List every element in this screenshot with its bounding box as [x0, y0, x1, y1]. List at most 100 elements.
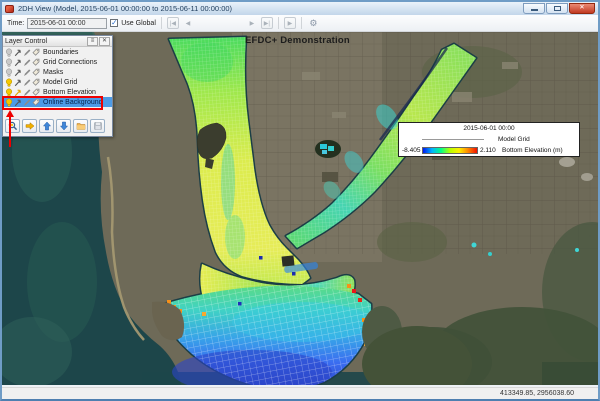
select-cursor-icon[interactable] — [15, 100, 20, 106]
window-2dh-view: 2DH View (Model, 2015-06-01 00:00:00 to … — [0, 0, 600, 401]
play-icon: ▶ — [287, 20, 293, 27]
move-layer-down-button[interactable] — [56, 119, 71, 133]
panel-close-icon: ✕ — [101, 38, 108, 44]
time-input[interactable] — [27, 17, 108, 29]
map-viewport[interactable]: EFDC+ Demonstration Layer Control ≡ ✕ Bo… — [2, 32, 598, 385]
edit-pencil-icon[interactable] — [24, 79, 30, 86]
select-cursor-icon[interactable] — [15, 80, 20, 86]
layer-panel-close-button[interactable]: ✕ — [99, 36, 110, 46]
label-tag-icon[interactable] — [33, 69, 39, 75]
toolbar-separator — [300, 17, 302, 29]
legend-datetime: 2015-06-01 00:00 — [463, 125, 515, 132]
edit-pencil-icon[interactable] — [24, 69, 30, 76]
visibility-bulb-icon[interactable] — [6, 48, 12, 56]
mckay-inlet — [315, 140, 341, 158]
zoom-to-layer-button[interactable] — [5, 119, 20, 133]
previous-timestep-button[interactable]: ◀ — [182, 17, 194, 29]
cursor-coordinates: 413349.85, 2956038.60 — [500, 390, 574, 397]
layer-item-bottom-elevation[interactable]: Bottom Elevation — [3, 87, 112, 97]
last-timestep-button[interactable]: ▶| — [260, 17, 273, 29]
time-label: Time: — [7, 19, 25, 27]
toolbar-separator — [160, 17, 162, 29]
visibility-bulb-icon[interactable] — [6, 68, 12, 76]
last-icon: ▶| — [263, 20, 270, 27]
use-global-checkbox[interactable]: ✓ — [110, 18, 119, 28]
layer-item-label: Masks — [43, 68, 64, 76]
close-icon: ✕ — [579, 4, 585, 12]
up-arrow-icon — [43, 122, 50, 130]
label-tag-icon[interactable] — [33, 59, 39, 65]
open-layer-button[interactable] — [73, 119, 88, 133]
layer-item-online-background[interactable]: Online Background — [3, 97, 112, 107]
app-icon — [5, 4, 14, 13]
move-layer-up-button[interactable] — [39, 119, 54, 133]
layer-item-model-grid[interactable]: Model Grid — [3, 77, 112, 87]
select-cursor-icon[interactable] — [15, 70, 20, 76]
layer-control-titlebar[interactable]: Layer Control ≡ ✕ — [3, 36, 112, 47]
titlebar[interactable]: 2DH View (Model, 2015-06-01 00:00:00 to … — [2, 2, 598, 15]
map-legend[interactable]: 2015-06-01 00:00 Model Grid -8.405 2.110… — [398, 122, 580, 157]
menu-icon: ≡ — [90, 38, 95, 44]
label-tag-icon[interactable] — [33, 49, 39, 55]
layer-control-panel[interactable]: Layer Control ≡ ✕ Boundaries Grid Connec… — [2, 35, 113, 137]
layer-item-grid-connections[interactable]: Grid Connections — [3, 57, 112, 67]
first-timestep-button[interactable]: |◀ — [166, 17, 179, 29]
yellow-arrow-icon — [26, 123, 34, 130]
check-icon: ✓ — [111, 18, 118, 28]
layer-item-masks[interactable]: Masks — [3, 67, 112, 77]
label-tag-icon[interactable] — [33, 79, 39, 85]
visibility-bulb-icon[interactable] — [6, 98, 12, 106]
next-timestep-button[interactable]: ▶ — [246, 17, 258, 29]
settings-button[interactable]: ⚙ — [307, 18, 320, 29]
minimize-button[interactable] — [523, 3, 545, 14]
zoom-layer-icon — [9, 122, 16, 129]
layer-item-boundaries[interactable]: Boundaries — [3, 47, 112, 57]
select-cursor-icon[interactable] — [15, 50, 20, 56]
save-layer-button[interactable] — [90, 119, 105, 133]
layer-item-label: Boundaries — [43, 48, 79, 56]
next-icon: ▶ — [249, 20, 255, 27]
legend-min-value: -8.405 — [402, 147, 421, 154]
close-button[interactable]: ✕ — [569, 3, 595, 14]
legend-bottom-elevation-label: Bottom Elevation (m) — [502, 147, 563, 154]
time-toolbar: Time: ✓ Use Global |◀ ◀ ▶ ▶| ▶ ⚙ — [2, 15, 598, 32]
use-global-label: Use Global — [121, 19, 156, 27]
select-cursor-icon[interactable] — [15, 90, 20, 96]
legend-model-grid-label: Model Grid — [498, 136, 530, 143]
layer-item-label: Bottom Elevation — [43, 88, 96, 96]
status-bar: 413349.85, 2956038.60 — [2, 387, 598, 399]
lake-dot — [471, 242, 477, 248]
visibility-bulb-icon[interactable] — [6, 58, 12, 66]
edit-pencil-icon[interactable] — [24, 59, 30, 66]
layer-panel-toolbar — [5, 119, 105, 133]
legend-colorbar — [422, 147, 478, 154]
minimize-icon — [530, 9, 538, 11]
layer-panel-menu-button[interactable]: ≡ — [87, 36, 98, 46]
layer-item-label: Model Grid — [43, 78, 78, 86]
maximize-icon — [553, 6, 561, 11]
save-disk-icon — [94, 122, 101, 129]
select-cursor-icon[interactable] — [15, 60, 20, 66]
model-grid-offshore-fan — [164, 285, 372, 385]
window-title: 2DH View (Model, 2015-06-01 00:00:00 to … — [18, 4, 233, 13]
folder-icon — [77, 124, 85, 130]
maximize-button[interactable] — [546, 3, 568, 14]
down-arrow-icon — [60, 122, 67, 130]
visibility-bulb-icon[interactable] — [6, 88, 12, 96]
model-grid-line-sample — [422, 139, 484, 140]
edit-pencil-icon[interactable] — [24, 99, 30, 106]
label-tag-icon[interactable] — [33, 89, 39, 95]
layer-item-label: Online Background — [43, 98, 103, 106]
previous-icon: ◀ — [185, 20, 191, 27]
layer-control-title: Layer Control — [5, 37, 48, 45]
legend-max-value: 2.110 — [480, 147, 496, 154]
label-tag-icon[interactable] — [33, 99, 39, 105]
layer-item-label: Grid Connections — [43, 58, 98, 66]
play-button[interactable]: ▶ — [283, 17, 296, 29]
edit-pencil-icon[interactable] — [24, 89, 30, 96]
toolbar-separator — [277, 17, 279, 29]
first-icon: |◀ — [169, 20, 176, 27]
edit-pencil-icon[interactable] — [24, 49, 30, 56]
export-layer-button[interactable] — [22, 119, 37, 133]
visibility-bulb-icon[interactable] — [6, 78, 12, 86]
